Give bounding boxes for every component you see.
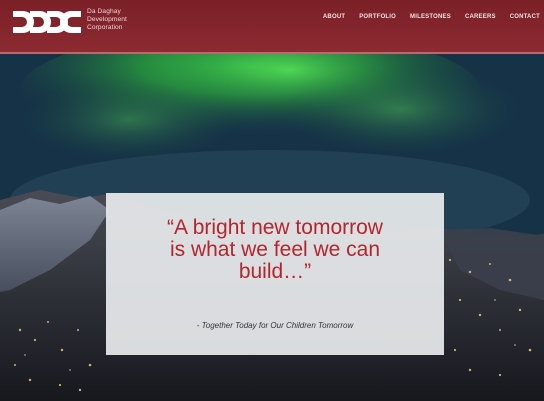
company-name-line-1: Da Daghay	[87, 8, 121, 15]
company-name-line-3: Corporation	[87, 24, 123, 31]
hero-quote-box: “A bright new tomorrow is what we feel w…	[106, 193, 444, 355]
nav-contact[interactable]: CONTACT	[510, 14, 540, 20]
nav-portfolio[interactable]: PORTFOLIO	[359, 14, 396, 20]
page: Da Daghay Development Corporation ABOUT …	[0, 0, 544, 401]
nav-about[interactable]: ABOUT	[323, 14, 345, 20]
quote-line-2: is what we feel we can	[169, 238, 381, 261]
main-nav: ABOUT PORTFOLIO MILESTONES CAREERS CONTA…	[323, 14, 540, 20]
dddc-logo-icon[interactable]	[13, 11, 81, 33]
nav-milestones[interactable]: MILESTONES	[410, 14, 451, 20]
company-name[interactable]: Da Daghay Development Corporation	[87, 8, 127, 32]
site-header: Da Daghay Development Corporation ABOUT …	[0, 0, 544, 52]
quote-line-1: “A bright new tomorrow	[167, 216, 383, 239]
quote-attribution: - Together Today for Our Children Tomorr…	[196, 321, 354, 330]
company-name-line-2: Development	[87, 16, 127, 23]
nav-careers[interactable]: CAREERS	[465, 14, 496, 20]
hero-quote: “A bright new tomorrow is what we feel w…	[106, 217, 444, 283]
quote-line-3: build…”	[238, 260, 312, 283]
